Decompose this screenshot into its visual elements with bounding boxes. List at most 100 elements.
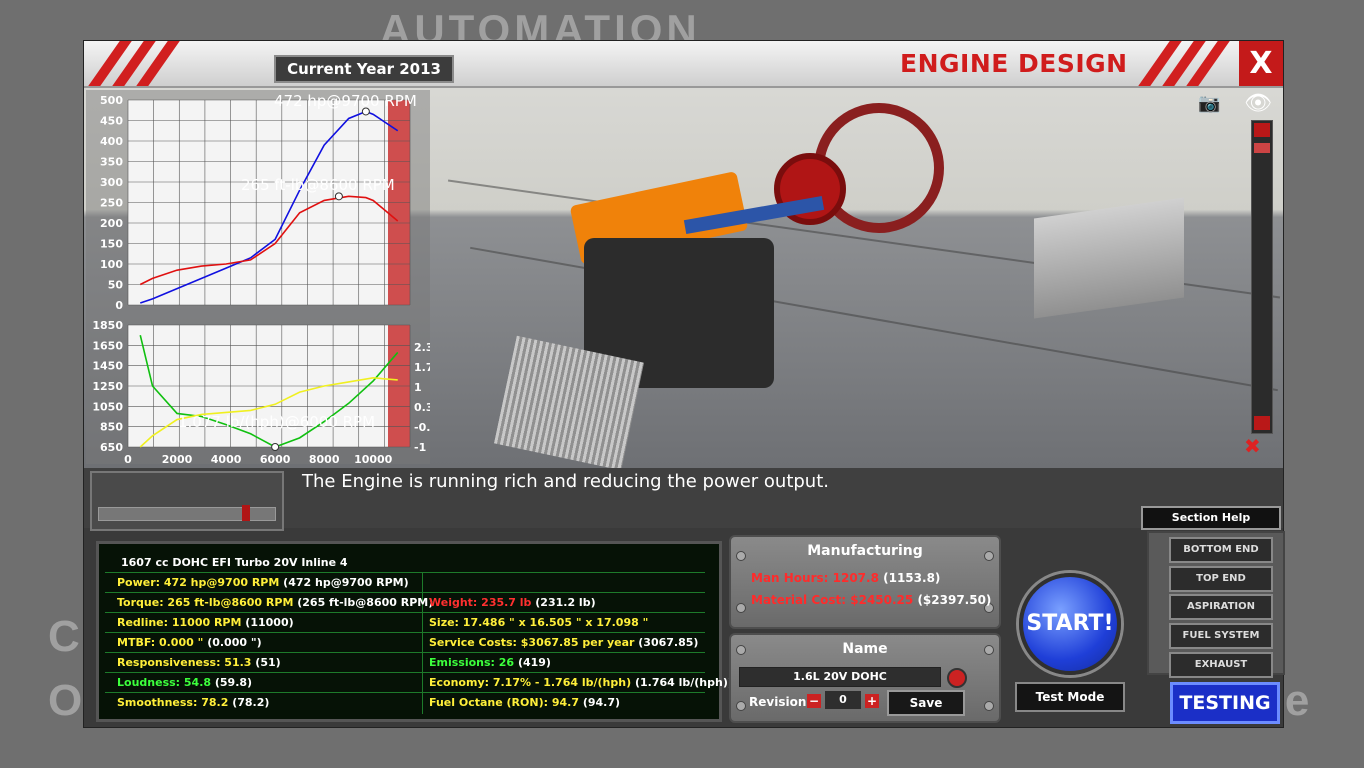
power-stat: Power: 472 hp@9700 RPM [117,576,280,589]
y-tick-label: 500 [100,94,123,107]
x-tick-label: 4000 [211,453,242,465]
y-tick-label: 0 [115,299,123,312]
torque-prev: (265 ft-lb@8600 RPM) [297,596,434,609]
loudness-stat: Loudness: 54.8 [117,676,212,689]
background-text-left2: O [48,676,87,725]
y-tick-label: 400 [100,135,123,148]
bolt [984,701,994,711]
bolt [736,603,746,613]
power-torque-chart: 500450400350300250200150100500472 hp@970… [100,92,417,312]
responsiveness-prev: (51) [255,656,281,669]
y-tick-label: 200 [100,217,123,230]
redline-stat: Redline: 11000 RPM [117,616,242,629]
zoom-scrollbar[interactable] [1251,120,1273,434]
emissions-prev: (419) [517,656,551,669]
scroll-thumb[interactable] [1254,143,1270,153]
y2-tick-label: 1 [414,381,422,394]
y-tick-label: 850 [100,421,123,434]
y-tick-label: 350 [100,156,123,169]
emissions-stat: Emissions: 26 [429,656,515,669]
background-text-left: C [48,612,84,661]
octane-prev: (94.7) [582,696,621,709]
grid-line [105,692,705,693]
section-exhaust-button[interactable]: EXHAUST [1169,652,1273,678]
section-fuel-system-button[interactable]: FUEL SYSTEM [1169,623,1273,649]
testing-button[interactable]: TESTING [1170,682,1280,724]
y-tick-label: 1050 [92,400,123,413]
y-tick-label: 150 [100,238,123,251]
scroll-up-button[interactable] [1254,123,1270,137]
material-cost-prev: ($2397.50) [917,593,992,607]
service-cost-prev: (3067.85) [638,636,699,649]
y2-tick-label: 1.7 [414,361,430,374]
y-tick-label: 650 [100,441,123,454]
title-bar: Current Year 2013 ENGINE DESIGN X [84,41,1283,88]
service-cost-stat: Service Costs: $3067.85 per year [429,636,635,649]
loudness-prev: (59.8) [214,676,253,689]
engine-scene-viewport[interactable]: 500 450 400 350 300 250 200 150 100 50 0 472 hp@970… [84,88,1283,468]
engine-stats-panel: 1607 cc DOHC EFI Turbo 20V Inline 4 Powe… [96,541,733,722]
randomize-name-icon[interactable] [947,668,967,688]
y2-tick-label: -0.3 [414,421,430,434]
economy-prev: (1.764 lb/(hph)) [634,676,733,689]
section-top-end-button[interactable]: TOP END [1169,566,1273,592]
eye-icon[interactable]: 👁 [1244,91,1272,116]
section-help-button[interactable]: Section Help [1141,506,1281,530]
y2-tick-label: 0.3 [414,401,430,414]
x-tick-label: 10000 [354,453,393,465]
mini-slider-handle[interactable] [242,505,250,521]
peak-annotation: 472 hp@9700 RPM [274,92,417,110]
revision-label: Revision [749,695,807,709]
save-button[interactable]: Save [887,690,965,716]
chart-panel: 500 450 400 350 300 250 200 150 100 50 0 472 hp@970… [86,90,430,465]
weight-stat: Weight: 235.7 lb [429,596,532,609]
mtbf-stat: MTBF: 0.000 " [117,636,204,649]
manufacturing-panel: Manufacturing Man Hours: 1207.8 (1153.8)… [729,535,1001,629]
reset-view-icon[interactable]: ✖ [1244,434,1261,458]
y2-tick-label: 2.3 [414,341,430,354]
economy-stat: Economy: 7.17% - 1.764 lb/(hph) [429,676,632,689]
grid-line [422,572,423,714]
torque-stat: Torque: 265 ft-lb@8600 RPM [117,596,294,609]
y-tick-label: 1850 [92,319,123,332]
revision-decrement-button[interactable]: − [807,694,821,708]
y-tick-label: 100 [100,258,123,271]
start-button[interactable]: START! [1019,573,1121,675]
peak-marker [271,443,280,451]
octane-stat: Fuel Octane (RON): 94.7 [429,696,579,709]
current-year-label: Current Year 2013 [274,55,454,83]
test-mode-button[interactable]: Test Mode [1015,682,1125,712]
y-tick-label: 1450 [92,360,123,373]
x-tick-label: 2000 [162,453,193,465]
size-stat: Size: 17.486 " x 16.505 " x 17.098 " [429,616,649,629]
y-tick-label: 250 [100,197,123,210]
peak-annotation: 1.077 lb/(hph)@6000 RPM [178,413,375,431]
y-tick-label: 1650 [92,339,123,352]
man-hours-prev: (1153.8) [883,571,941,585]
mtbf-prev: (0.000 ") [207,636,262,649]
y2-tick-label: -1 [414,441,426,454]
peak-marker [334,192,343,201]
x-tick-label: 6000 [260,453,291,465]
grid-line [105,572,705,573]
revision-value: 0 [825,691,861,709]
close-button[interactable]: X [1239,41,1283,86]
weight-prev: (231.2 lb) [535,596,596,609]
responsiveness-stat: Responsiveness: 51.3 [117,656,252,669]
mini-slider-panel[interactable] [90,471,284,531]
man-hours-stat: Man Hours: 1207.8 [751,571,879,585]
fuel-tank [1034,197,1184,319]
name-title: Name [842,641,888,657]
section-bottom-end-button[interactable]: BOTTOM END [1169,537,1273,563]
x-tick-label: 8000 [309,453,340,465]
bolt [736,701,746,711]
engine-name-input[interactable]: 1.6L 20V DOHC [739,667,941,687]
engine-design-window: Current Year 2013 ENGINE DESIGN X 500 450… [83,40,1285,728]
camera-icon[interactable]: 📷 [1198,93,1220,114]
scroll-down-button[interactable] [1254,416,1270,430]
section-aspiration-button[interactable]: ASPIRATION [1169,594,1273,620]
grid-line [105,652,705,653]
boost-economy-chart: 1850 1650 1450 1250 1050 850 650 2.3 1.7 1 0.3 -0.3… [92,319,430,465]
peak-annotation: 265 ft-lb@8600 RPM [241,176,395,194]
revision-increment-button[interactable]: + [865,694,879,708]
